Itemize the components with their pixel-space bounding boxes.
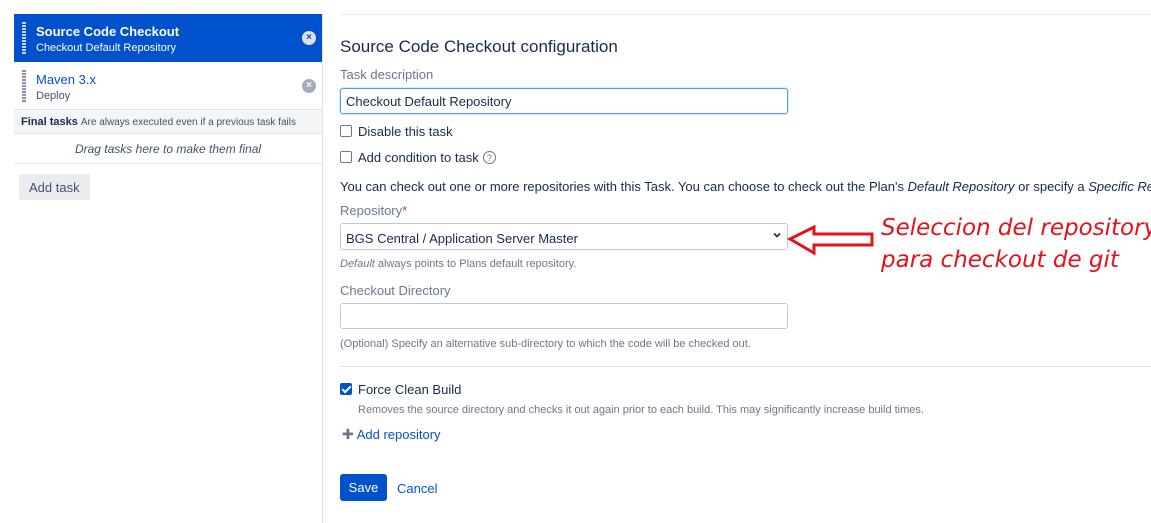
- drag-handle-icon[interactable]: [22, 22, 26, 54]
- task-item-maven[interactable]: Maven 3.x Deploy ×: [14, 62, 322, 110]
- final-tasks-subtitle: Are always executed even if a previous t…: [80, 117, 296, 128]
- repository-info-text: You can check out one or more repositori…: [340, 179, 1151, 194]
- save-button[interactable]: Save: [340, 474, 387, 501]
- repository-label-text: Repository: [340, 203, 403, 218]
- task-name: Source Code Checkout: [36, 24, 180, 39]
- repository-hint-text: always points to Plans default repositor…: [374, 258, 577, 270]
- add-condition-checkbox[interactable]: [340, 151, 352, 163]
- annotation-text: Seleccion del repository para checkout d…: [881, 212, 1151, 276]
- add-repository-link[interactable]: ✚ Add repository: [342, 426, 441, 443]
- info-text-part: You can check out one or more repositori…: [340, 179, 908, 194]
- disable-task-row[interactable]: Disable this task: [340, 123, 453, 139]
- final-tasks-header: Final tasks Are always executed even if a…: [14, 110, 322, 134]
- disable-task-checkbox[interactable]: [340, 125, 352, 137]
- disable-task-label[interactable]: Disable this task: [358, 124, 453, 139]
- add-task-button[interactable]: Add task: [19, 174, 90, 200]
- checkout-directory-input[interactable]: [340, 303, 788, 329]
- chevron-down-icon: [772, 230, 782, 243]
- final-tasks-dropzone[interactable]: Drag tasks here to make them final: [14, 134, 322, 164]
- drag-handle-icon[interactable]: [22, 70, 26, 102]
- force-clean-label[interactable]: Force Clean Build: [358, 382, 461, 397]
- final-tasks-title: Final tasks: [21, 116, 78, 128]
- task-name: Maven 3.x: [36, 72, 96, 87]
- plus-icon: ✚: [342, 426, 354, 442]
- page-title: Source Code Checkout configuration: [340, 37, 618, 56]
- repository-select-value: BGS Central / Application Server Master: [346, 231, 578, 246]
- task-description: Checkout Default Repository: [36, 42, 177, 54]
- force-clean-hint: Removes the source directory and checks …: [358, 404, 924, 416]
- info-text-specific-repository: Specific Rep: [1088, 179, 1151, 194]
- annotation-arrow-icon: [786, 224, 874, 256]
- annotation-line-2: para checkout de git: [881, 247, 1119, 273]
- help-icon[interactable]: ?: [482, 150, 496, 164]
- repository-hint-em: Default: [340, 258, 375, 270]
- info-text-part: or specify a: [1014, 179, 1089, 194]
- task-item-source-code-checkout[interactable]: Source Code Checkout Checkout Default Re…: [14, 14, 322, 62]
- required-marker: *: [402, 203, 408, 218]
- checkout-directory-label: Checkout Directory: [340, 283, 451, 298]
- task-description-input[interactable]: [340, 88, 788, 114]
- repository-hint: Default always points to Plans default r…: [340, 258, 576, 270]
- add-condition-label[interactable]: Add condition to task: [358, 150, 479, 165]
- add-condition-row[interactable]: Add condition to task ?: [340, 149, 496, 165]
- task-list-panel: Source Code Checkout Checkout Default Re…: [14, 14, 322, 523]
- checkout-directory-hint: (Optional) Specify an alternative sub-di…: [340, 338, 751, 350]
- remove-task-icon[interactable]: ×: [302, 31, 316, 45]
- remove-task-icon[interactable]: ×: [302, 79, 316, 93]
- cancel-link[interactable]: Cancel: [397, 481, 437, 496]
- task-description-label: Task description: [340, 67, 434, 82]
- add-repository-label[interactable]: Add repository: [357, 427, 441, 442]
- repository-select[interactable]: BGS Central / Application Server Master: [340, 223, 788, 250]
- repository-label: Repository*: [340, 203, 407, 218]
- info-text-default-repository: Default Repository: [907, 179, 1015, 194]
- section-divider: [340, 366, 1151, 367]
- panel-divider: [322, 14, 323, 523]
- task-description: Deploy: [36, 90, 71, 102]
- annotation-line-1: Seleccion del repository: [881, 215, 1151, 241]
- force-clean-row[interactable]: Force Clean Build: [340, 381, 461, 397]
- force-clean-checkbox[interactable]: [340, 383, 352, 395]
